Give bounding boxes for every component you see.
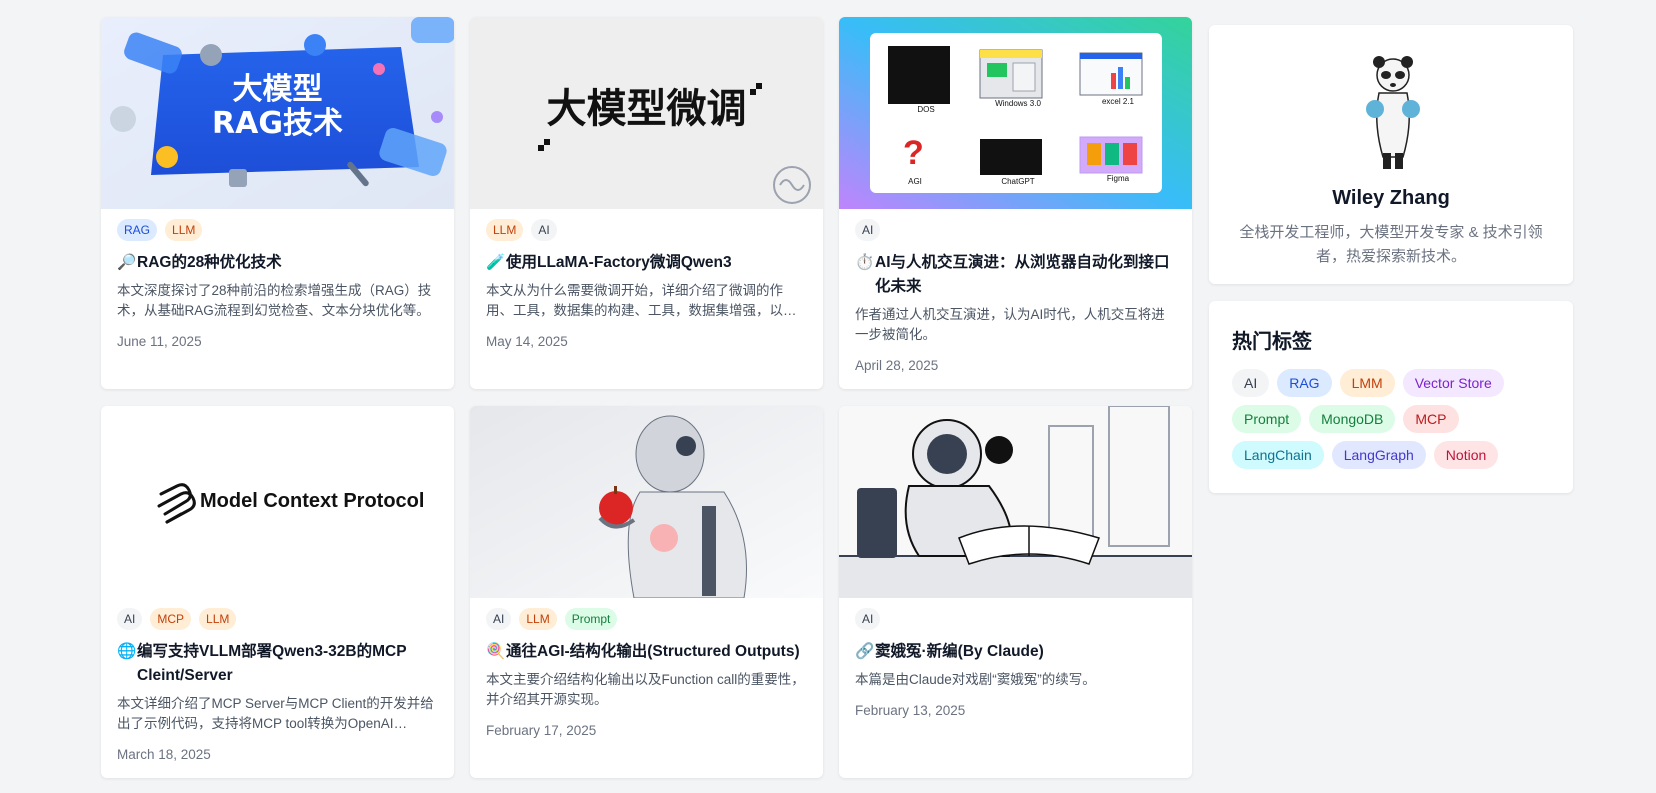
profile-card: Wiley Zhang 全栈开发工程师，大模型开发专家 & 技术引领者，热爱探索…: [1209, 25, 1573, 284]
cover-headline: 大模型微调: [546, 86, 747, 132]
question-icon: ?: [903, 134, 924, 172]
post-title[interactable]: 🍭 通往AGI-结构化输出(Structured Outputs): [486, 640, 807, 664]
hot-tag[interactable]: RAG: [1277, 369, 1332, 397]
post-title[interactable]: 🌐 编写支持VLLM部署Qwen3-32B的MCP Cleint/Server: [117, 640, 438, 688]
post-tags: LLM AI: [486, 218, 807, 242]
post-tags: RAG LLM: [117, 218, 438, 242]
cover-headline: Model Context Protocol: [200, 490, 425, 512]
os-label: ChatGPT: [1001, 177, 1035, 186]
tag-chip[interactable]: LLM: [199, 608, 237, 630]
post-card[interactable]: Model Context Protocol AI MCP LLM 🌐 编写支持…: [101, 406, 454, 778]
tag-chip[interactable]: LLM: [165, 219, 203, 241]
magnifier-icon: 🔎: [117, 254, 137, 271]
globe-icon: 🌐: [117, 643, 137, 660]
os-label: DOS: [917, 105, 935, 114]
post-excerpt: 本文从为什么需要微调开始，详细介绍了微调的作用、工具，数据集的构建、工具，数据集…: [486, 283, 797, 318]
os-label: excel 2.1: [1101, 97, 1135, 106]
post-excerpt: 本文详细介绍了MCP Server与MCP Client的开发并给出了示例代码，…: [117, 696, 434, 731]
tag-chip[interactable]: RAG: [117, 219, 158, 241]
tag-chip[interactable]: AI: [855, 219, 881, 241]
post-cover-image[interactable]: 大模型微调: [470, 17, 823, 209]
post-cover-image[interactable]: [470, 406, 823, 598]
post-excerpt: 本文主要介绍结构化输出以及Function call的重要性，并介绍其开源实现。: [486, 672, 805, 707]
tag-chip[interactable]: Prompt: [564, 608, 618, 630]
avatar[interactable]: [1361, 53, 1425, 173]
tag-chip[interactable]: AI: [117, 608, 143, 630]
hot-tag[interactable]: LangChain: [1232, 441, 1324, 469]
post-title[interactable]: 🔎 RAG的28种优化技术: [117, 251, 438, 275]
post-tags: AI: [855, 607, 1176, 631]
cover-headline: 大模型 RAG技术: [212, 72, 343, 141]
tag-chip[interactable]: AI: [486, 608, 512, 630]
hot-tag[interactable]: LMM: [1339, 369, 1395, 397]
hot-tags-list: AI RAG LMM Vector Store Prompt MongoDB M…: [1232, 369, 1552, 469]
hot-tag[interactable]: MCP: [1403, 405, 1459, 433]
post-card[interactable]: AI LLM Prompt 🍭 通往AGI-结构化输出(Structured O…: [470, 406, 823, 778]
post-date: March 18, 2025: [117, 747, 211, 762]
post-date: June 11, 2025: [117, 334, 202, 349]
post-card[interactable]: AI 🔗 窦娥冤·新编(By Claude) 本篇是由Claude对戏剧“窦娥冤…: [839, 406, 1192, 778]
hot-tag[interactable]: AI: [1232, 369, 1270, 397]
os-label: Figma: [1106, 174, 1130, 183]
tag-chip[interactable]: MCP: [150, 608, 192, 630]
tag-chip[interactable]: LLM: [486, 219, 524, 241]
hot-tag[interactable]: Notion: [1433, 441, 1499, 469]
post-title[interactable]: 🧪 使用LLaMA-Factory微调Qwen3: [486, 251, 807, 275]
os-label: Windows 3.0: [995, 99, 1041, 108]
post-cover-image[interactable]: 大模型 RAG技术: [101, 17, 454, 209]
hot-tag[interactable]: LangGraph: [1331, 441, 1426, 469]
post-date: April 28, 2025: [855, 358, 939, 373]
post-excerpt: 本篇是由Claude对戏剧“窦娥冤”的续写。: [855, 672, 1096, 687]
post-grid: 大模型 RAG技术 RAG LLM 🔎 RAG的28种优化技术 本文深度探讨了2…: [101, 17, 1192, 778]
hot-tags-title: 热门标签: [1232, 331, 1312, 353]
os-label: AGI: [908, 177, 922, 186]
post-card[interactable]: 大模型 RAG技术 RAG LLM 🔎 RAG的28种优化技术 本文深度探讨了2…: [101, 17, 454, 389]
post-card[interactable]: 大模型微调 LLM AI 🧪 使用LLaMA-Factory微调Qwen3 本文…: [470, 17, 823, 389]
tag-chip[interactable]: LLM: [519, 608, 557, 630]
page: 大模型 RAG技术 RAG LLM 🔎 RAG的28种优化技术 本文深度探讨了2…: [0, 0, 1656, 793]
post-cover-image[interactable]: DOS Windows 3.0 excel 2.1 ? AGI ChatGPT …: [839, 17, 1192, 209]
post-title[interactable]: ⏱️ AI与人机交互演进：从浏览器自动化到接口化未来: [855, 251, 1176, 299]
tag-chip[interactable]: AI: [531, 219, 557, 241]
post-title[interactable]: 🔗 窦娥冤·新编(By Claude): [855, 640, 1176, 664]
post-tags: AI LLM Prompt: [486, 607, 807, 631]
hot-tag[interactable]: Vector Store: [1402, 369, 1504, 397]
tag-chip[interactable]: AI: [855, 608, 881, 630]
post-tags: AI: [855, 218, 1176, 242]
hot-tag[interactable]: Prompt: [1232, 405, 1302, 433]
hot-tag[interactable]: MongoDB: [1309, 405, 1396, 433]
post-cover-image[interactable]: Model Context Protocol: [101, 406, 454, 598]
post-date: February 17, 2025: [486, 723, 597, 738]
hot-tags-panel: 热门标签 AI RAG LMM Vector Store Prompt Mong…: [1209, 301, 1573, 493]
profile-bio: 全栈开发工程师，大模型开发专家 & 技术引领者，热爱探索新技术。: [1239, 224, 1543, 265]
lollipop-icon: 🍭: [486, 643, 506, 660]
stopwatch-icon: ⏱️: [855, 254, 875, 271]
post-excerpt: 本文深度探讨了28种前沿的检索增强生成（RAG）技术，从基础RAG流程到幻觉检查…: [117, 283, 432, 318]
post-cover-image[interactable]: [839, 406, 1192, 598]
post-excerpt: 作者通过人机交互演进，认为AI时代，人机交互将进一步被简化。: [855, 307, 1165, 342]
link-icon: 🔗: [855, 643, 875, 660]
profile-name: Wiley Zhang: [1332, 187, 1450, 209]
test-tube-icon: 🧪: [486, 254, 506, 271]
post-tags: AI MCP LLM: [117, 607, 438, 631]
post-date: February 13, 2025: [855, 703, 966, 718]
post-card[interactable]: DOS Windows 3.0 excel 2.1 ? AGI ChatGPT …: [839, 17, 1192, 389]
post-date: May 14, 2025: [486, 334, 568, 349]
